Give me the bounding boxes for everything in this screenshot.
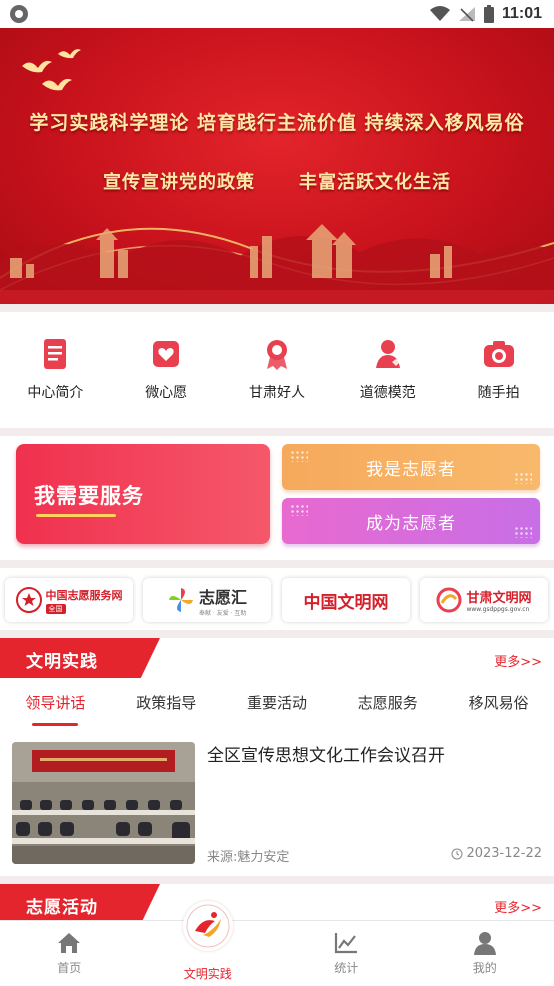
award-icon	[266, 340, 287, 370]
divider	[0, 876, 554, 884]
menu-label: 中心简介	[27, 385, 84, 401]
more-link-volunteer[interactable]: 更多>>	[494, 897, 542, 916]
home-icon	[58, 933, 81, 953]
divider	[0, 630, 554, 638]
section-header-practice: 文明实践 更多>>	[0, 638, 554, 680]
divider	[0, 428, 554, 436]
nav-center-spacer	[195, 931, 221, 955]
divider	[0, 304, 554, 312]
partner-sub: www.gsdppgs.gov.cn	[466, 606, 530, 613]
section-tag: 志愿活动	[0, 884, 160, 924]
news-date: 2023-12-22	[451, 846, 542, 861]
hero-banner[interactable]: 学习实践科学理论 培育践行主流价值 持续深入移风易俗 宣传宣讲党的政策 丰富活跃文…	[0, 28, 554, 304]
person-icon	[375, 340, 400, 368]
menu-item-micro-wish[interactable]: 微心愿	[111, 312, 222, 428]
partner-name: 中国志愿服务网	[45, 588, 123, 602]
tab-leader-speech[interactable]: 领导讲话	[0, 684, 111, 728]
banner-slogan-2b: 丰富活跃文化生活	[299, 172, 451, 193]
partner-zhiyuanhui[interactable]: 志愿汇 奉献 · 友爱 · 互助	[143, 578, 271, 622]
nav-label: 我的	[472, 961, 497, 975]
chart-icon	[335, 933, 358, 954]
nav-label: 文明实践	[183, 967, 232, 981]
nav-label: 统计	[334, 961, 359, 975]
quick-menu: 中心简介 微心愿 甘肃好人 道德模范 随手拍	[0, 312, 554, 428]
nav-profile[interactable]: 我的	[416, 921, 554, 986]
news-thumbnail	[12, 742, 195, 864]
conference-photo	[12, 742, 195, 864]
more-link-practice[interactable]: 更多>>	[494, 651, 542, 670]
partner-sub: 全国	[45, 603, 66, 614]
menu-label: 微心愿	[145, 385, 188, 401]
news-item[interactable]: 全区宣传思想文化工作会议召开 来源:魅力安定 2023-12-22	[0, 728, 554, 876]
pinwheel-logo-icon	[168, 588, 193, 612]
menu-label: 道德模范	[359, 385, 416, 401]
nav-statistics[interactable]: 统计	[277, 921, 416, 986]
camera-icon	[483, 341, 514, 367]
partner-sub: 奉献 · 友爱 · 互助	[198, 609, 247, 617]
dove-icon	[22, 49, 81, 91]
menu-item-center-intro[interactable]: 中心简介	[0, 312, 111, 428]
menu-label: 甘肃好人	[248, 385, 305, 401]
i-am-volunteer-button[interactable]: 我是志愿者	[282, 444, 540, 490]
news-title: 全区宣传思想文化工作会议召开	[207, 746, 445, 766]
news-source: 来源:魅力安定	[207, 850, 290, 865]
partner-links: 中国志愿服务网 全国 志愿汇 奉献 · 友爱 · 互助 中国文明网 甘肃文明网 …	[0, 572, 554, 630]
china-volunteer-logo-icon	[15, 587, 42, 613]
no-signal-icon	[458, 7, 475, 22]
app-notification-icon	[10, 5, 28, 23]
banner-slogan-2: 宣传宣讲党的政策 丰富活跃文化生活	[0, 168, 554, 194]
bottom-navigation: 首页 文明实践 统计 我的	[0, 901, 554, 986]
tab-important-events[interactable]: 重要活动	[222, 684, 333, 728]
i-am-volunteer-label: 我是志愿者	[366, 460, 456, 480]
banner-slogan-2a: 宣传宣讲党的政策	[103, 172, 255, 193]
tab-policy-guidance[interactable]: 政策指导	[111, 684, 222, 728]
news-date-text: 2023-12-22	[466, 846, 542, 861]
nav-home[interactable]: 首页	[0, 921, 139, 986]
tab-volunteer-service[interactable]: 志愿服务	[332, 684, 443, 728]
wifi-icon	[429, 6, 450, 21]
gansu-civilization-logo-icon	[436, 587, 462, 613]
nav-label: 首页	[57, 961, 82, 975]
status-time: 11:01	[501, 5, 542, 22]
battery-icon	[483, 5, 494, 23]
partner-china-volunteer[interactable]: 中国志愿服务网 全国	[5, 578, 133, 622]
clock-icon	[451, 848, 463, 859]
menu-label: 随手拍	[477, 385, 520, 401]
partner-name: 中国文明网	[303, 592, 389, 613]
menu-item-moral-model[interactable]: 道德模范	[332, 312, 443, 428]
section-tag: 文明实践	[0, 638, 160, 678]
divider	[0, 560, 554, 568]
menu-item-snapshot[interactable]: 随手拍	[443, 312, 554, 428]
heart-gift-icon	[153, 341, 180, 367]
partner-name: 甘肃文明网	[466, 591, 532, 606]
nav-civilization-practice[interactable]: 文明实践	[139, 901, 278, 986]
become-volunteer-label: 成为志愿者	[366, 514, 456, 534]
practice-tabs: 领导讲话 政策指导 重要活动 志愿服务 移风易俗	[0, 684, 554, 728]
profile-icon	[473, 932, 496, 955]
status-bar: 11:01	[0, 0, 554, 28]
section-title: 文明实践	[26, 652, 98, 672]
section-title: 志愿活动	[26, 898, 98, 918]
banner-decoration	[0, 49, 554, 304]
document-icon	[44, 339, 67, 369]
become-volunteer-button[interactable]: 成为志愿者	[282, 498, 540, 544]
partner-gansu-civilization[interactable]: 甘肃文明网 www.gsdppgs.gov.cn	[420, 578, 548, 622]
partner-china-civilization[interactable]: 中国文明网	[282, 578, 410, 622]
decor-underline	[36, 514, 116, 517]
need-service-label: 我需要服务	[34, 484, 144, 508]
banner-slogan-1: 学习实践科学理论 培育践行主流价值 持续深入移风易俗	[29, 112, 525, 134]
partner-name: 志愿汇	[198, 587, 247, 607]
need-service-button[interactable]: 我需要服务	[16, 444, 270, 544]
menu-item-gansu-good-people[interactable]: 甘肃好人	[222, 312, 333, 428]
tab-customs-reform[interactable]: 移风易俗	[443, 684, 554, 728]
